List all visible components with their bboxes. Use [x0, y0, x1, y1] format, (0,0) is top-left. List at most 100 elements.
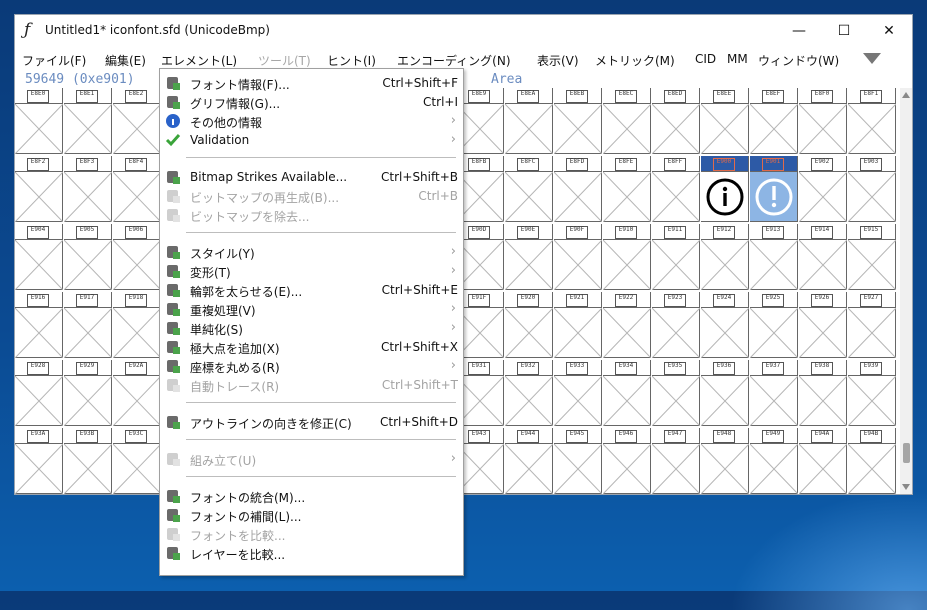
glyph-cell[interactable]: E904	[15, 224, 64, 292]
glyph-cell[interactable]: E92A	[113, 360, 162, 428]
glyph-cell[interactable]: E917	[64, 292, 113, 360]
glyph-cell[interactable]: E944	[505, 428, 554, 494]
glyph-cell[interactable]: E8F0	[799, 88, 848, 156]
context-menu-item[interactable]: Bitmap Strikes Available... Ctrl+Shift+B	[160, 168, 463, 187]
glyph-cell[interactable]: E8FE	[603, 156, 652, 224]
context-menu-item[interactable]: 極大点を追加(X) Ctrl+Shift+X	[160, 338, 463, 357]
glyph-cell[interactable]: E913	[750, 224, 799, 292]
glyph-cell[interactable]: E927	[848, 292, 897, 360]
glyph-cell[interactable]: E8F3	[64, 156, 113, 224]
glyph-cell[interactable]: E90E	[505, 224, 554, 292]
menu-7[interactable]: メトリック(M)	[595, 52, 675, 69]
glyph-cell[interactable]: E8EB	[554, 88, 603, 156]
glyph-cell[interactable]: E93C	[113, 428, 162, 494]
glyph-cell[interactable]: E934	[603, 360, 652, 428]
glyph-cell[interactable]: E8E1	[64, 88, 113, 156]
glyph-cell[interactable]: E912	[701, 224, 750, 292]
context-menu-item[interactable]: スタイル(Y) ›	[160, 243, 463, 262]
maximize-button[interactable]: ☐	[821, 15, 867, 47]
glyph-cell[interactable]: E8EA	[505, 88, 554, 156]
menu-5[interactable]: エンコーディング(N)	[397, 52, 511, 69]
glyph-cell[interactable]: E932	[505, 360, 554, 428]
glyph-cell[interactable]: E923	[652, 292, 701, 360]
glyph-cell[interactable]: E937	[750, 360, 799, 428]
glyph-cell[interactable]: E918	[113, 292, 162, 360]
glyph-cell[interactable]: E902	[799, 156, 848, 224]
glyph-cell[interactable]: E8E2	[113, 88, 162, 156]
glyph-cell[interactable]: E901	[750, 156, 799, 224]
glyph-cell[interactable]: E8F4	[113, 156, 162, 224]
context-menu-item[interactable]: フォント情報(F)... Ctrl+Shift+F	[160, 74, 463, 93]
menu-8[interactable]: CID	[695, 52, 716, 66]
context-menu-item[interactable]: フォントの補間(L)...	[160, 506, 463, 525]
glyph-cell[interactable]: E925	[750, 292, 799, 360]
glyph-cell[interactable]: E924	[701, 292, 750, 360]
glyph-cell[interactable]: E90F	[554, 224, 603, 292]
glyph-cell[interactable]: E8FC	[505, 156, 554, 224]
menu-1[interactable]: 編集(E)	[105, 52, 146, 69]
glyph-cell[interactable]: E947	[652, 428, 701, 494]
glyph-cell[interactable]: E949	[750, 428, 799, 494]
glyph-cell[interactable]: E94A	[799, 428, 848, 494]
glyph-cell[interactable]: E938	[799, 360, 848, 428]
context-menu-item[interactable]: レイヤーを比較...	[160, 544, 463, 563]
context-menu-item[interactable]: 座標を丸める(R) ›	[160, 357, 463, 376]
glyph-cell[interactable]: E94B	[848, 428, 897, 494]
glyph-cell[interactable]: E906	[113, 224, 162, 292]
glyph-cell[interactable]: E905	[64, 224, 113, 292]
glyph-cell[interactable]: E903	[848, 156, 897, 224]
glyph-cell[interactable]: E8F2	[15, 156, 64, 224]
scroll-down-icon[interactable]	[902, 484, 910, 490]
glyph-cell[interactable]: E939	[848, 360, 897, 428]
glyph-cell[interactable]: E900	[701, 156, 750, 224]
menu-6[interactable]: 表示(V)	[537, 52, 579, 69]
glyph-cell[interactable]: E946	[603, 428, 652, 494]
menu-overflow-icon[interactable]	[863, 53, 881, 64]
menu-3[interactable]: ツール(T)	[258, 52, 311, 69]
glyph-cell[interactable]: E922	[603, 292, 652, 360]
menu-0[interactable]: ファイル(F)	[22, 52, 86, 69]
context-menu-item[interactable]: 重複処理(V) ›	[160, 300, 463, 319]
context-menu-item[interactable]: 変形(T) ›	[160, 262, 463, 281]
context-menu-item[interactable]: フォントの統合(M)...	[160, 487, 463, 506]
glyph-cell[interactable]: E8E0	[15, 88, 64, 156]
close-button[interactable]: ✕	[866, 15, 912, 47]
glyph-cell[interactable]: E936	[701, 360, 750, 428]
context-menu-item[interactable]: その他の情報 ›	[160, 112, 463, 131]
glyph-cell[interactable]: E914	[799, 224, 848, 292]
glyph-cell[interactable]: E926	[799, 292, 848, 360]
glyph-cell[interactable]: E8EF	[750, 88, 799, 156]
glyph-cell[interactable]: E915	[848, 224, 897, 292]
glyph-cell[interactable]: E929	[64, 360, 113, 428]
glyph-cell[interactable]: E8EC	[603, 88, 652, 156]
glyph-cell[interactable]: E8FF	[652, 156, 701, 224]
glyph-cell[interactable]: E911	[652, 224, 701, 292]
minimize-button[interactable]: —	[776, 15, 822, 47]
menu-2[interactable]: エレメント(L)	[161, 52, 237, 69]
glyph-cell[interactable]: E8F1	[848, 88, 897, 156]
menu-9[interactable]: MM	[727, 52, 748, 66]
glyph-cell[interactable]: E920	[505, 292, 554, 360]
menu-4[interactable]: ヒント(I)	[327, 52, 376, 69]
scroll-up-icon[interactable]	[902, 92, 910, 98]
glyph-cell[interactable]: E8ED	[652, 88, 701, 156]
glyph-cell[interactable]: E945	[554, 428, 603, 494]
context-menu-item[interactable]: Validation ›	[160, 131, 463, 150]
glyph-cell[interactable]: E933	[554, 360, 603, 428]
glyph-cell[interactable]: E948	[701, 428, 750, 494]
context-menu-item[interactable]: アウトラインの向きを修正(C) Ctrl+Shift+D	[160, 413, 463, 432]
context-menu-item[interactable]: グリフ情報(G)... Ctrl+I	[160, 93, 463, 112]
context-menu-item[interactable]: 単純化(S) ›	[160, 319, 463, 338]
glyph-cell[interactable]: E8FD	[554, 156, 603, 224]
vertical-scrollbar[interactable]	[900, 88, 912, 494]
glyph-cell[interactable]: E93B	[64, 428, 113, 494]
glyph-cell[interactable]: E93A	[15, 428, 64, 494]
scrollbar-thumb[interactable]	[903, 443, 910, 463]
glyph-cell[interactable]: E928	[15, 360, 64, 428]
glyph-cell[interactable]: E8EE	[701, 88, 750, 156]
glyph-cell[interactable]: E935	[652, 360, 701, 428]
context-menu-item[interactable]: 輪郭を太らせる(E)... Ctrl+Shift+E	[160, 281, 463, 300]
menu-10[interactable]: ウィンドウ(W)	[758, 52, 839, 69]
glyph-cell[interactable]: E916	[15, 292, 64, 360]
glyph-cell[interactable]: E921	[554, 292, 603, 360]
